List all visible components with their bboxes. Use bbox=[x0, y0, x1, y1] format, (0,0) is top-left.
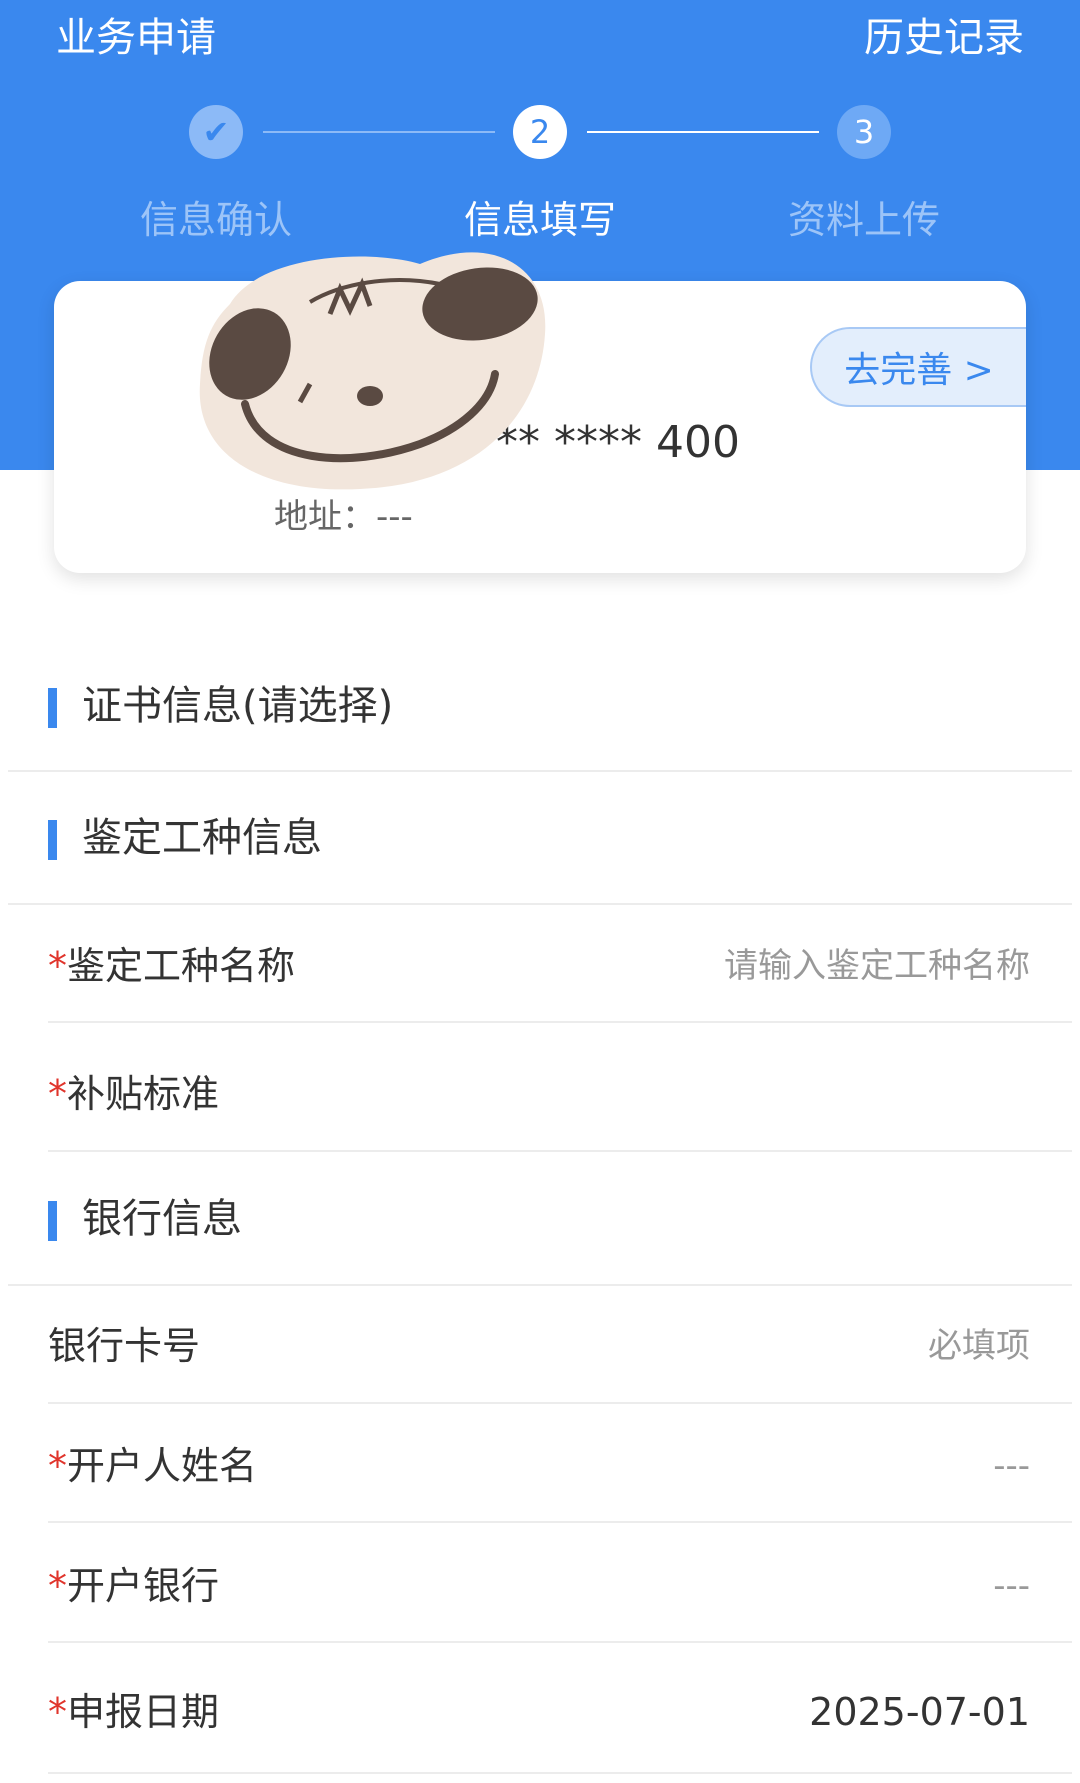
divider bbox=[48, 1521, 1072, 1523]
section-title-bank: 银行信息 bbox=[48, 1193, 242, 1245]
step-1-label: 信息确认 bbox=[139, 198, 292, 242]
bank-card-number-label: 银行卡号 bbox=[48, 1324, 201, 1368]
skill-name-input[interactable]: 请输入鉴定工种名称 bbox=[724, 940, 1030, 992]
subsidy-standard-label: *补贴标准 bbox=[48, 1072, 220, 1116]
section-title-skill: 鉴定工种信息 bbox=[48, 812, 322, 864]
step-2-indicator: 2 bbox=[513, 105, 567, 159]
step-connector-2 bbox=[587, 131, 819, 133]
divider bbox=[48, 1402, 1072, 1404]
step-3-label: 资料上传 bbox=[787, 198, 940, 242]
required-mark: * bbox=[48, 1564, 67, 1608]
bank-card-number-input[interactable]: 必填项 bbox=[928, 1320, 1030, 1372]
step-connector-1 bbox=[263, 131, 495, 133]
required-mark: * bbox=[48, 1072, 67, 1116]
required-mark: * bbox=[48, 1690, 67, 1734]
account-holder-value[interactable]: --- bbox=[993, 1440, 1030, 1492]
divider bbox=[48, 1021, 1072, 1023]
section-title-certificate[interactable]: 证书信息(请选择) bbox=[48, 680, 393, 732]
history-link[interactable]: 历史记录 bbox=[864, 14, 1024, 62]
bank-name-value[interactable]: --- bbox=[993, 1560, 1030, 1612]
bank-name-label: *开户银行 bbox=[48, 1564, 220, 1608]
report-date-label: *申报日期 bbox=[48, 1690, 220, 1734]
report-date-value[interactable]: 2025-07-01 bbox=[809, 1686, 1030, 1738]
divider bbox=[8, 770, 1072, 772]
step-2-label: 信息填写 bbox=[463, 198, 616, 242]
required-mark: * bbox=[48, 944, 67, 988]
complete-profile-button[interactable]: 去完善 > bbox=[810, 327, 1026, 407]
divider bbox=[48, 1150, 1072, 1152]
skill-name-label: *鉴定工种名称 bbox=[48, 944, 296, 988]
divider bbox=[48, 1641, 1072, 1643]
divider bbox=[8, 903, 1072, 905]
step-1-check-icon: ✔ bbox=[189, 105, 243, 159]
page-title: 业务申请 bbox=[56, 15, 216, 61]
cartoon-face-sticker bbox=[199, 252, 546, 490]
divider bbox=[48, 1772, 1072, 1774]
required-mark: * bbox=[48, 1444, 67, 1488]
step-3-indicator: 3 bbox=[837, 105, 891, 159]
divider bbox=[8, 1284, 1072, 1286]
account-holder-label: *开户人姓名 bbox=[48, 1444, 258, 1488]
